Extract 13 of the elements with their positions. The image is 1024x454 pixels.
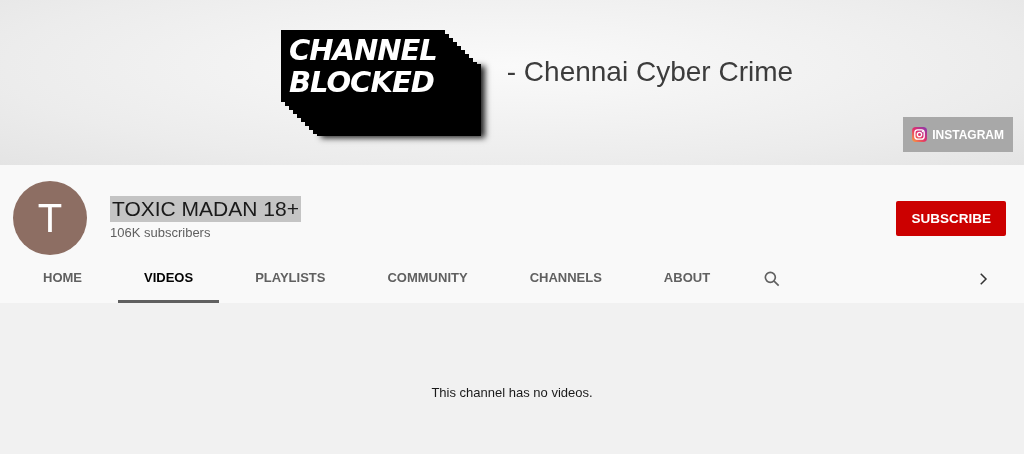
channel-tab[interactable]: PLAYLISTS: [229, 255, 352, 303]
instagram-icon: [912, 127, 928, 142]
channel-tab[interactable]: COMMUNITY: [361, 255, 494, 303]
empty-message: This channel has no videos.: [431, 385, 593, 401]
channel-tab[interactable]: HOME: [17, 255, 108, 303]
channel-tab[interactable]: VIDEOS: [118, 255, 220, 303]
subscriber-count: 106K subscribers: [110, 225, 212, 240]
subscribe-button[interactable]: SUBSCRIBE: [896, 200, 1006, 236]
banner-tagline: - Chennai Cyber Crime: [506, 56, 794, 88]
channel-name: TOXIC MADAN 18+: [110, 196, 301, 222]
channel-avatar[interactable]: T: [13, 181, 87, 255]
channel-tab[interactable]: ABOUT: [637, 255, 737, 303]
channel-tab[interactable]: CHANNELS: [503, 255, 628, 303]
